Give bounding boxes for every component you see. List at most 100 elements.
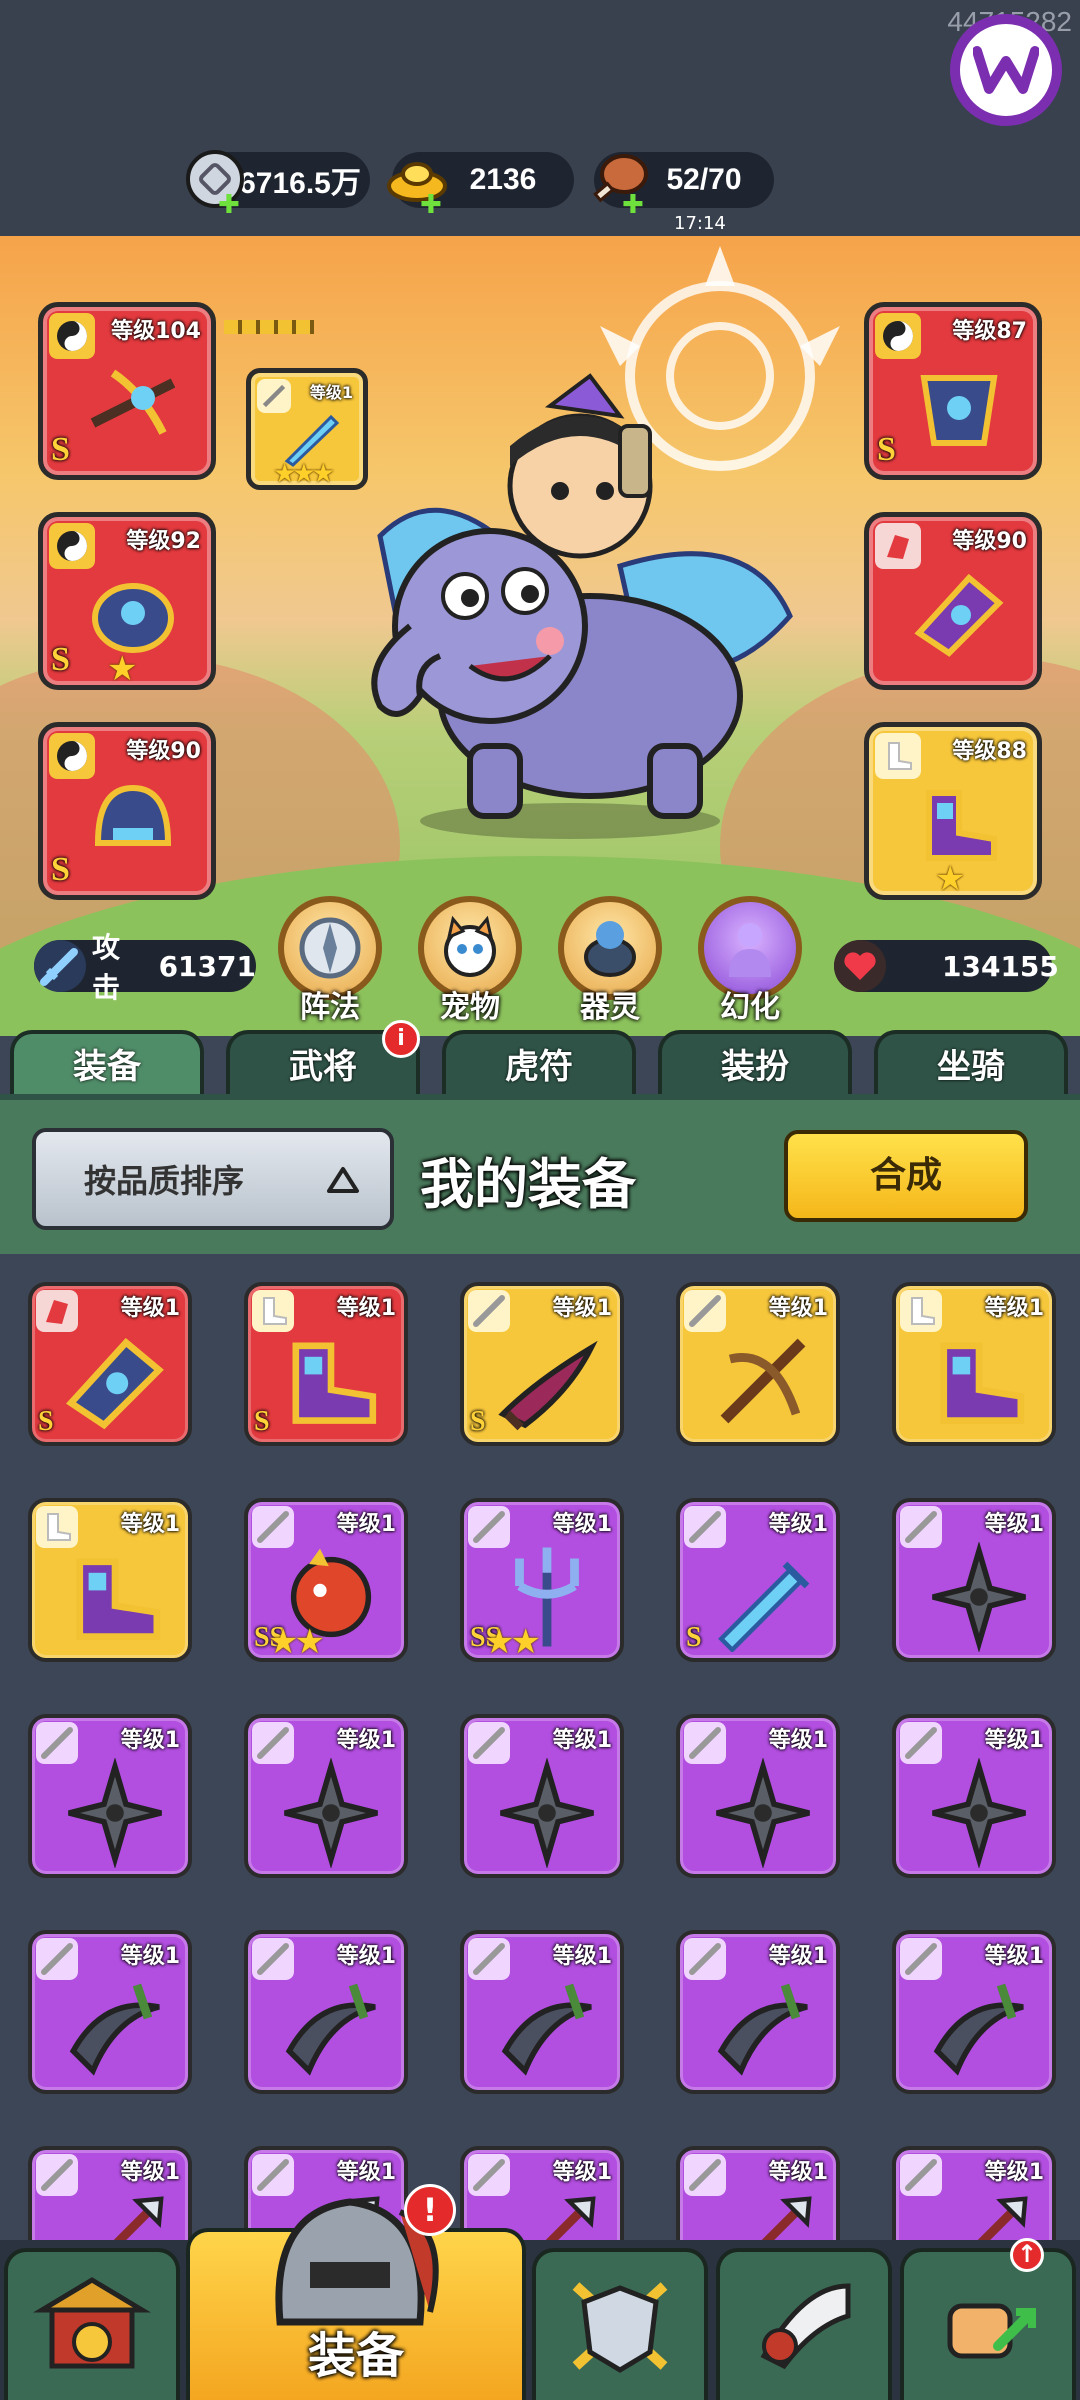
gold-resource[interactable]: 2136 ✚ (387, 152, 574, 220)
item-level: 等级1 (768, 1296, 828, 1321)
item-level: 等级1 (120, 1728, 180, 1753)
equipment-item[interactable]: 等级1 (892, 2146, 1056, 2244)
boots-icon (940, 1342, 1025, 1424)
tab-mount[interactable]: 坐骑 (874, 1030, 1068, 1096)
helmet-icon (94, 784, 172, 846)
equipment-item[interactable]: 等级1 (460, 1930, 624, 2094)
equipment-item[interactable]: 等级1 (28, 1930, 192, 2094)
equip-slot-left-1[interactable]: 等级104 S (38, 302, 216, 480)
equipment-grid: 等级1 S 等级1 S 等级1 S 等级1 等级1 等级1 等级1 SS ★★ 等级1 SS ★★ 等级1 S 等… (0, 1254, 1080, 2244)
item-level: 等级1 (552, 1944, 612, 1969)
equipment-item[interactable]: 等级1 (892, 1282, 1056, 1446)
item-level: 等级1 (552, 2160, 612, 2185)
sword-attack-icon (34, 940, 86, 992)
transform-label: 幻化 (720, 990, 780, 1025)
attack-stat: 攻击 61371 (34, 931, 256, 1004)
app-logo-icon[interactable] (950, 14, 1062, 126)
cat-pet-icon (444, 915, 496, 977)
weapon-spirit-button[interactable]: 器灵 (556, 896, 664, 1026)
equipment-item[interactable]: 等级1 S (676, 1498, 840, 1662)
equipment-item[interactable]: 等级1 S (244, 1282, 408, 1446)
equipment-item[interactable]: 等级1 (244, 1930, 408, 2094)
shield-swords-icon (572, 2282, 668, 2373)
nav-city[interactable] (4, 2248, 180, 2400)
equipment-panel-header: 按品质排序 我的装备 合成 (0, 1094, 1080, 1254)
item-level: 等级1 (552, 1512, 612, 1537)
sort-by-quality-button[interactable]: 按品质排序 (32, 1128, 394, 1230)
sort-label: 按品质排序 (84, 1162, 245, 1200)
equipment-item[interactable]: 等级1 SS ★★ (460, 1498, 624, 1662)
add-stamina-icon[interactable]: ✚ (622, 190, 644, 220)
nav-battle[interactable] (532, 2248, 708, 2400)
item-level: 等级1 (120, 1512, 180, 1537)
pet-button[interactable]: 宠物 (416, 896, 524, 1026)
shuriken-icon (716, 1758, 810, 1868)
item-grade: S (254, 1406, 270, 1437)
pet-label: 宠物 (440, 990, 500, 1025)
equipment-item[interactable]: 等级1 (28, 1714, 192, 1878)
equip-slot-right-1[interactable]: 等级87 S (864, 302, 1042, 480)
tab-tiger-tally[interactable]: 虎符 (442, 1030, 636, 1096)
merge-button[interactable]: 合成 (784, 1130, 1028, 1222)
nav-equipment[interactable]: 装备 (186, 2198, 526, 2400)
spirit-pot-icon (584, 921, 636, 977)
stamina-resource[interactable]: 52/70 ✚ 17:14 (593, 152, 774, 234)
equipment-item[interactable]: 等级1 (244, 1714, 408, 1878)
equipment-item[interactable]: 等级1 (460, 1714, 624, 1878)
item-stars: ★★ (484, 1622, 541, 1662)
equipment-item[interactable]: 等级1 (892, 1930, 1056, 2094)
formation-button[interactable]: 阵法 (276, 896, 384, 1026)
equip-slot-right-3[interactable]: 等级88 ★ (864, 722, 1042, 900)
boots-icon (76, 1558, 161, 1640)
transform-button[interactable]: 幻化 (696, 896, 804, 1026)
equipment-item[interactable]: 等级1 (28, 2146, 192, 2244)
slot-stars: ★★★ (273, 459, 335, 489)
crossbow-weapon-icon (90, 369, 176, 435)
slot-level: 等级87 (952, 319, 1027, 344)
shuriken-icon (932, 1542, 1026, 1652)
tab-equipment[interactable]: 装备 (10, 1030, 204, 1096)
shuriken-icon (68, 1758, 162, 1868)
equip-slot-left-2[interactable]: 等级92 S ★ (38, 512, 216, 690)
equipment-item[interactable]: 等级1 (676, 2146, 840, 2244)
triangle-up-icon (327, 1167, 359, 1193)
item-level: 等级1 (336, 1296, 396, 1321)
weapon-spirit-slot[interactable]: 等级1 ★★★ (246, 368, 368, 490)
shuriken-icon (284, 1758, 378, 1868)
equipment-item[interactable]: 等级1 S (28, 1282, 192, 1446)
equipment-item[interactable]: 等级1 S (460, 1282, 624, 1446)
panel-title: 我的装备 (420, 1153, 636, 1216)
chest-armor-icon (920, 375, 998, 446)
item-level: 等级1 (336, 1728, 396, 1753)
equipment-item[interactable]: 等级1 SS ★★ (244, 1498, 408, 1662)
shuriken-icon (932, 1758, 1026, 1868)
hero-character[interactable] (320, 366, 800, 846)
item-level: 等级1 (984, 1296, 1044, 1321)
add-gold-icon[interactable]: ✚ (420, 190, 442, 220)
item-level: 等级1 (984, 2160, 1044, 2185)
silver-resource[interactable]: 6716.5万 ✚ (186, 150, 370, 220)
equipment-item[interactable]: 等级1 (676, 1714, 840, 1878)
boots-icon (926, 790, 997, 861)
equip-slot-left-3[interactable]: 等级90 S (38, 722, 216, 900)
crossbow-icon (720, 1338, 806, 1424)
equipment-item[interactable]: 等级1 (28, 1498, 192, 1662)
nav-upgrade[interactable] (900, 2248, 1076, 2400)
equipment-item[interactable]: 等级1 (892, 1498, 1056, 1662)
item-level: 等级1 (768, 1944, 828, 1969)
slot-stars: ★ (107, 649, 138, 689)
equipment-item[interactable]: 等级1 (676, 1930, 840, 2094)
item-level: 等级1 (768, 1512, 828, 1537)
equipment-item[interactable]: 等级1 (892, 1714, 1056, 1878)
equip-slot-right-2[interactable]: 等级90 (864, 512, 1042, 690)
hp-value: 134155 (942, 949, 1059, 983)
nav-horn[interactable] (716, 2248, 892, 2400)
equipment-item[interactable]: 等级1 (676, 1282, 840, 1446)
item-grade: S (38, 1406, 54, 1437)
item-level: 等级1 (336, 1512, 396, 1537)
tab-outfit[interactable]: 装扮 (658, 1030, 852, 1096)
item-level: 等级1 (552, 1728, 612, 1753)
item-level: 等级1 (120, 1944, 180, 1969)
item-grade: S (470, 1406, 486, 1437)
add-silver-icon[interactable]: ✚ (218, 190, 240, 220)
